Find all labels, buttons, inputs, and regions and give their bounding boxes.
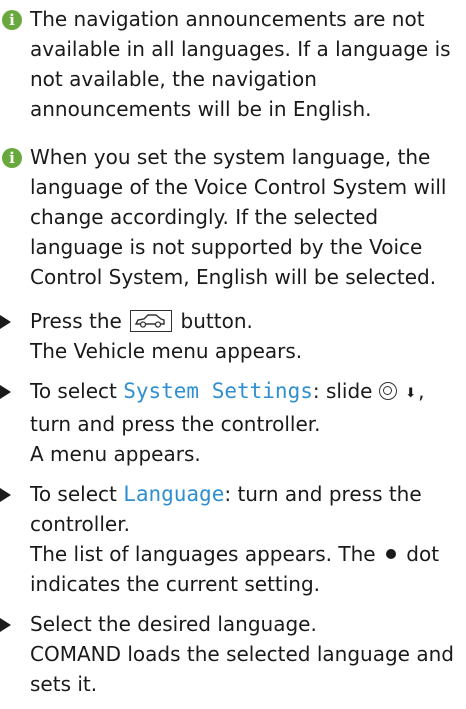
step-text: button. xyxy=(180,309,253,333)
step-select-desired-language: Select the desired language. COMAND load… xyxy=(0,609,466,699)
step-text: : slide xyxy=(312,379,373,403)
step-arrow-icon xyxy=(0,385,11,399)
step-text: Press the xyxy=(30,309,122,333)
step-text: turn and press the controller. xyxy=(30,412,321,436)
instruction-steps: Press the button. The Vehicle menu appea… xyxy=(0,306,466,699)
step-result: A menu appears. xyxy=(30,442,201,466)
step-select-language: To select Language: turn and press the c… xyxy=(0,479,466,599)
step-text: To select xyxy=(30,379,117,403)
info-note-text: The navigation announcements are not ava… xyxy=(30,7,451,121)
menu-item-language: Language xyxy=(123,482,225,506)
step-text: To select xyxy=(30,482,117,506)
step-result: The list of languages appears. The dot i… xyxy=(30,539,466,599)
menu-item-system-settings: System Settings xyxy=(123,379,313,403)
vehicle-button-icon xyxy=(130,310,173,332)
step-arrow-icon xyxy=(0,315,11,329)
step-result: COMAND loads the selected language and s… xyxy=(30,642,454,696)
info-icon: i xyxy=(2,10,22,30)
slide-down-arrow-icon: ⬇ xyxy=(405,386,417,401)
step-press-vehicle-button: Press the button. The Vehicle menu appea… xyxy=(0,306,466,366)
info-note-voice-control: i When you set the system language, the … xyxy=(0,142,466,292)
step-arrow-icon xyxy=(0,618,11,632)
step-text: , xyxy=(418,379,425,403)
step-result: The Vehicle menu appears. xyxy=(30,339,303,363)
step-arrow-icon xyxy=(0,488,11,502)
step-result-text: The list of languages appears. The xyxy=(30,542,376,566)
dot-icon xyxy=(385,549,396,559)
info-note-navigation: i The navigation announcements are not a… xyxy=(0,4,466,124)
step-text: Select the desired language. xyxy=(30,612,317,636)
info-note-text: When you set the system language, the la… xyxy=(30,145,447,289)
info-icon: i xyxy=(2,148,22,168)
step-select-system-settings: To select System Settings: slide ⬇, turn… xyxy=(0,376,466,469)
manual-page: i The navigation announcements are not a… xyxy=(0,0,466,709)
controller-icon xyxy=(378,382,397,400)
